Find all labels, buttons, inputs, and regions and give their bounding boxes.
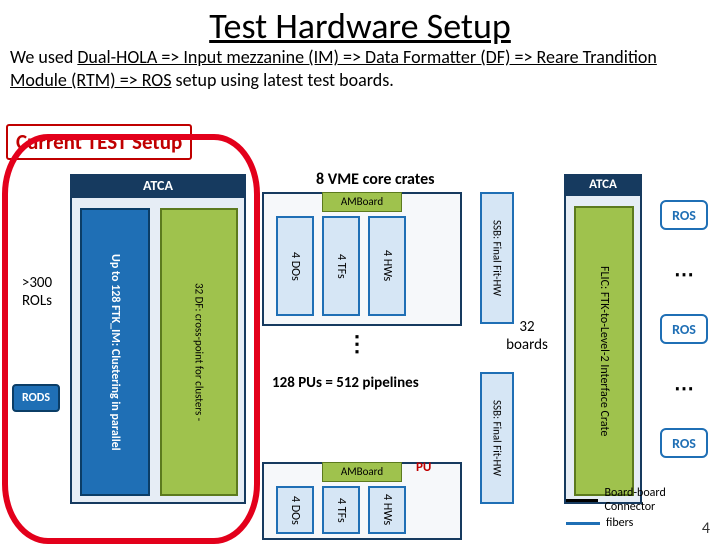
hardware-diagram: >300 ROLs RODS ATCA Up to 128 FTK_IM: Cl… [6,164,714,542]
vme-crate-pu: AMBoard 4 DOs 4 TFs 4 HWs [262,462,462,540]
do-slot-1: 4 DOs [276,216,314,316]
df-box: 32 DF: cross-point for clusters - [160,208,238,496]
vme-crates-label: 8 VME core crates [316,170,435,189]
im-box: Up to 128 FTK_IM: Clustering in parallel [80,208,150,496]
ros-box-1: ROS [660,200,708,230]
do-slot-3: 4 DOs [276,486,314,534]
atca1-label: ATCA [72,174,244,198]
pipeline-text: 128 PUs = 512 pipelines [272,374,452,392]
hw-slot-3: 4 HWs [368,486,406,534]
current-setup-label: Current TEST Setup [6,124,192,160]
desc-post: setup using latest test boards. [171,69,393,91]
legend: Board-board Connector fibers [566,484,714,532]
flic-box: FLIC: FTK-to-Level-2 Interface Crate [574,206,634,496]
ros-dots-2: ⋯ [674,376,694,401]
atca-output-crate: ATCA FLIC: FTK-to-Level-2 Interface Crat… [564,174,642,504]
ssb-2: SSB: Final Fit-HW [480,372,514,504]
legend-fiber: fibers [566,516,714,530]
ros-dots-1: ⋯ [674,262,694,287]
pu-label: PU [416,460,431,475]
rols-text: >300 ROLs [12,274,62,310]
amboard-3: AMBoard [322,462,402,482]
tf-slot-1: 4 TFs [322,216,360,316]
atca-input-crate: ATCA Up to 128 FTK_IM: Clustering in par… [70,174,246,504]
arrow-icon [566,499,598,502]
desc-pre: We used [10,46,77,68]
arrow-icon [566,522,600,525]
description: We used Dual-HOLA => Input mezzanine (IM… [0,46,720,91]
page-number: 4 [702,519,710,538]
df-text: 32 DF: cross-point for clusters - [193,283,206,421]
rods-box: RODS [12,384,60,412]
ssb-1: SSB: Final Fit-HW [480,192,514,324]
im-text: Up to 128 FTK_IM: Clustering in parallel [108,254,122,451]
amboard-1: AMBoard [322,192,402,212]
32-boards-text: 32 boards [502,318,552,354]
vdots: ⋮ [346,330,366,357]
atca2-label: ATCA [566,174,640,196]
ros-box-3: ROS [660,428,708,458]
slide-title: Test Hardware Setup [0,4,720,48]
legend-board: Board-board Connector [566,486,714,514]
ros-box-2: ROS [660,314,708,344]
hw-slot-1: 4 HWs [368,216,406,316]
vme-crate-1: AMBoard 4 DOs 4 TFs 4 HWs [262,192,462,326]
tf-slot-3: 4 TFs [322,486,360,534]
